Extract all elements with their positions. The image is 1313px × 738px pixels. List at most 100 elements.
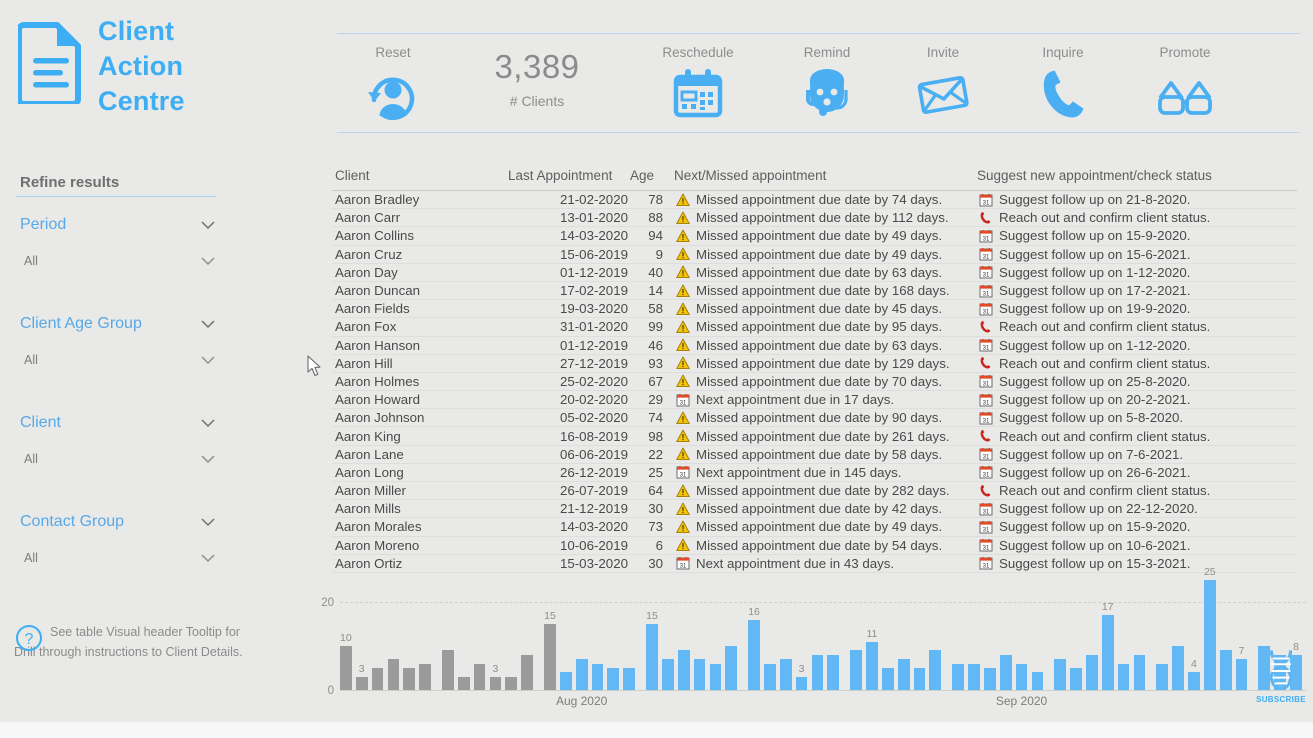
chart-bar[interactable] (403, 668, 416, 690)
inquire-button[interactable]: Inquire (1017, 34, 1109, 134)
table-row[interactable]: Aaron Carr 13-01-2020 88 Missed appointment… (332, 209, 1297, 228)
chart-bar[interactable] (355, 676, 368, 690)
filter-period-dropdown[interactable]: All (0, 254, 230, 268)
filter-period-header[interactable]: Period (0, 216, 230, 234)
table-row[interactable]: Aaron Johnson 05-02-2020 74 Missed appointm… (332, 409, 1297, 428)
chart-bar[interactable] (968, 663, 980, 690)
chart-bar[interactable] (662, 659, 674, 690)
chart-bar[interactable] (575, 659, 588, 690)
filter-contact-group-header[interactable]: Contact Group (0, 513, 230, 531)
chart-bar[interactable] (340, 646, 352, 690)
table-row[interactable]: Aaron Hanson 01-12-2019 46 Missed appointme… (332, 337, 1297, 355)
column-header-age[interactable]: Age (628, 168, 668, 183)
table-row[interactable]: Aaron Fox 31-01-2020 99 Missed appointment … (332, 318, 1297, 337)
chevron-down-icon[interactable] (200, 355, 216, 365)
column-header-next-missed-appointment[interactable]: Next/Missed appointment (668, 168, 968, 183)
chart-bar[interactable] (607, 668, 620, 690)
table-row[interactable]: Aaron Morales 14-03-2020 73 Missed appointm… (332, 518, 1297, 537)
chevron-down-icon[interactable] (200, 553, 216, 563)
chevron-down-icon[interactable] (200, 319, 216, 329)
table-row[interactable]: Aaron Ortiz 15-03-2020 30 31 Next appointmen… (332, 555, 1297, 573)
chart-bar[interactable] (881, 668, 894, 690)
chart-bar[interactable] (1070, 668, 1082, 690)
chart-bar[interactable] (1054, 659, 1067, 690)
chevron-down-icon[interactable] (200, 454, 216, 464)
filter-client-age-group-header[interactable]: Client Age Group (0, 315, 230, 333)
table-row[interactable]: Aaron Holmes 25-02-2020 67 Missed appointme… (332, 373, 1297, 392)
chart-bar[interactable] (1219, 650, 1232, 690)
reschedule-button[interactable]: Reschedule (643, 34, 753, 134)
filter-client-dropdown[interactable]: All (0, 452, 230, 466)
chevron-down-icon[interactable] (200, 256, 216, 266)
column-header-client[interactable]: Client (332, 168, 504, 183)
chart-bar[interactable] (473, 663, 486, 690)
chart-bar[interactable] (521, 654, 533, 690)
table-row[interactable]: Aaron Long 26-12-2019 25 31 Next appointment… (332, 464, 1297, 482)
chart-bar[interactable] (591, 663, 604, 690)
chart-bar[interactable] (811, 654, 824, 690)
filter-contact-group[interactable]: Contact Group All (0, 513, 230, 565)
table-row[interactable]: Aaron Hill 27-12-2019 93 Missed appointment… (332, 355, 1297, 373)
chart-bar[interactable] (952, 663, 965, 690)
chart-bar[interactable] (419, 663, 431, 690)
chart-bar[interactable] (1172, 646, 1184, 690)
chart-bar[interactable] (1117, 663, 1130, 690)
chevron-down-icon[interactable] (200, 517, 216, 527)
chart-bar[interactable] (827, 654, 840, 690)
chart-bar[interactable] (779, 659, 792, 690)
chart-bar[interactable] (1015, 663, 1028, 690)
chart-bar[interactable] (1156, 663, 1169, 690)
table-row[interactable]: Aaron Day 01-12-2019 40 Missed appointment … (332, 264, 1297, 282)
table-row[interactable]: Aaron Miller 26-07-2019 64 Missed appointme… (332, 482, 1297, 501)
remind-button[interactable]: Remind (777, 34, 877, 134)
column-header-suggest-new-appointment[interactable]: Suggest new appointment/check status (968, 168, 1288, 183)
chart-bar[interactable] (1188, 672, 1200, 690)
table-row[interactable]: Aaron Lane 06-06-2019 22 Missed appointment… (332, 446, 1297, 464)
filter-period[interactable]: Period All (0, 216, 230, 268)
chart-bar[interactable] (646, 624, 658, 690)
table-row[interactable]: Aaron Duncan 17-02-2019 14 Missed appointme… (332, 282, 1297, 301)
table-row[interactable]: Aaron King 16-08-2019 98 Missed appointment… (332, 427, 1297, 446)
chart-bar[interactable] (929, 650, 942, 690)
chart-bar[interactable] (387, 659, 400, 690)
chart-bar[interactable] (999, 654, 1012, 690)
column-header-last-appointment[interactable]: Last Appointment (504, 168, 628, 183)
table-row[interactable]: Aaron Fields 19-03-2020 58 Missed appointme… (332, 300, 1297, 319)
promote-button[interactable]: Promote (1135, 34, 1235, 134)
chart-bar[interactable] (913, 668, 926, 690)
chart-bar[interactable] (764, 663, 776, 690)
chart-bar[interactable] (442, 650, 454, 690)
table-row[interactable]: Aaron Moreno 10-06-2019 6 Missed appointmen… (332, 537, 1297, 555)
chart-bar[interactable] (1203, 580, 1216, 690)
chart-bar[interactable] (505, 676, 518, 690)
chevron-down-icon[interactable] (200, 418, 216, 428)
table-row[interactable]: Aaron Howard 20-02-2020 29 31 Next appointme… (332, 391, 1297, 410)
filter-client-header[interactable]: Client (0, 414, 230, 432)
chart-bar[interactable] (371, 668, 384, 690)
chart-bar[interactable] (725, 646, 738, 690)
table-row[interactable]: Aaron Cruz 15-06-2019 9 Missed appointment … (332, 246, 1297, 264)
question-mark-icon[interactable]: ? (15, 624, 43, 652)
chart-bar[interactable] (1133, 654, 1146, 690)
chart-bar[interactable] (748, 619, 760, 690)
chart-bar[interactable] (795, 676, 808, 690)
filter-client-age-group-dropdown[interactable]: All (0, 353, 230, 367)
chart-bar[interactable] (693, 659, 706, 690)
chevron-down-icon[interactable] (200, 220, 216, 230)
reset-button[interactable]: Reset (345, 34, 441, 134)
chart-bar[interactable] (489, 676, 502, 690)
chart-bar[interactable] (623, 668, 636, 690)
chart-bar[interactable] (850, 650, 862, 690)
filter-client[interactable]: Client All (0, 414, 230, 466)
table-row[interactable]: Aaron Bradley 21-02-2020 78 Missed appointm… (332, 191, 1297, 210)
chart-bar[interactable] (1031, 672, 1044, 690)
table-row[interactable]: Aaron Mills 21-12-2019 30 Missed appointmen… (332, 500, 1297, 519)
chart-bar[interactable] (866, 641, 878, 690)
chart-bar[interactable] (457, 676, 470, 690)
invite-button[interactable]: Invite (897, 34, 989, 134)
chart-bar[interactable] (984, 668, 996, 690)
filter-client-age-group[interactable]: Client Age Group All (0, 315, 230, 367)
chart-bar[interactable] (559, 672, 572, 690)
chart-bar[interactable] (897, 659, 910, 690)
chart-bar[interactable] (1101, 615, 1114, 690)
